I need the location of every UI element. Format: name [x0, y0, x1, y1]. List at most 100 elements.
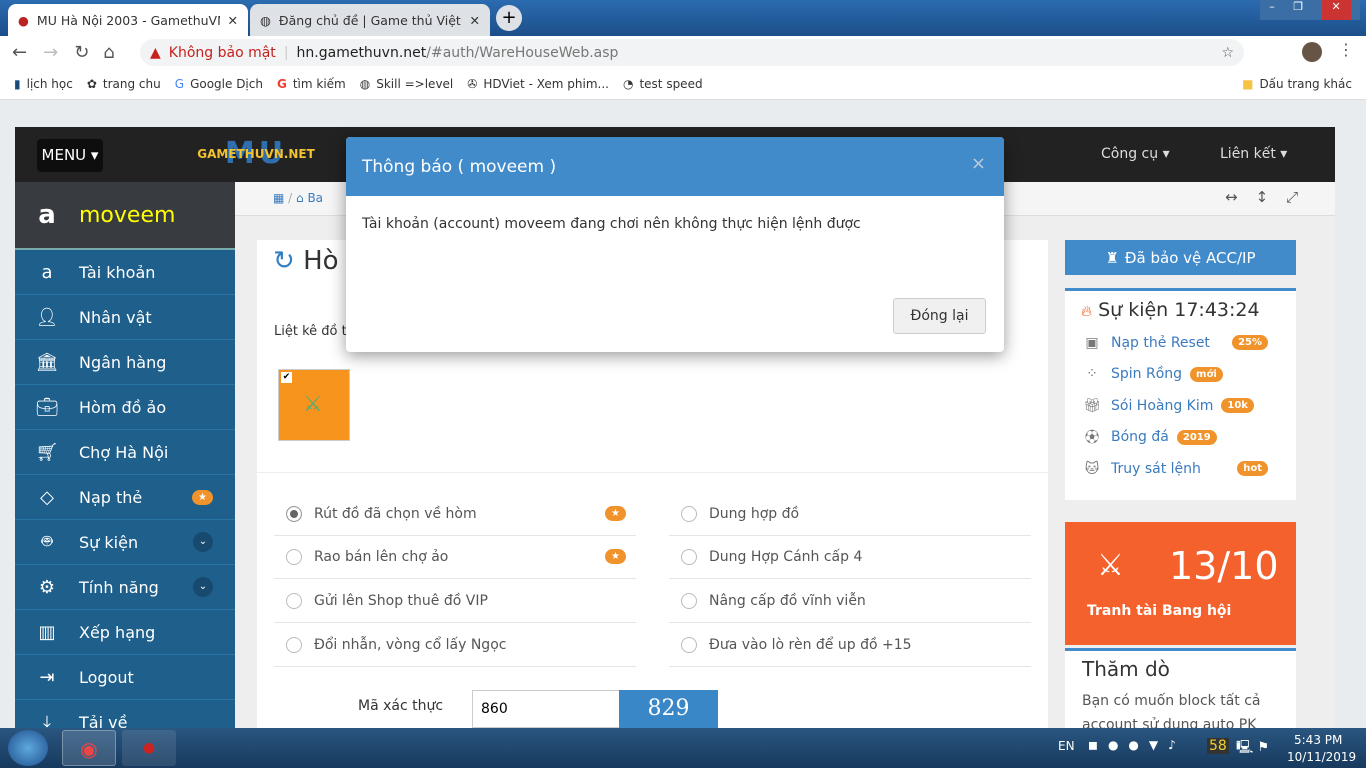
bookmark[interactable]: ◔ test speed [623, 77, 703, 91]
radio-button[interactable] [681, 505, 697, 522]
event-badge: hot [1237, 461, 1268, 477]
sidebar-item[interactable]: ⚙ Tính năng ⌄ [15, 565, 235, 610]
minimize-icon[interactable]: – [1269, 0, 1275, 20]
refresh-icon[interactable]: ↻ [273, 246, 295, 276]
bookmark[interactable]: ◍ Skill =>level [360, 77, 454, 91]
poll-box: Thăm dò Bạn có muốn block tất cả account… [1065, 648, 1296, 728]
bookmarks-bar: ▮ lịch học ✿ trang chu G Google Dịch Gtìm k… [0, 68, 1366, 100]
money-icon: ▣ [1085, 334, 1099, 351]
nav-tools[interactable]: Công cụ ▾ [1101, 146, 1170, 162]
radio-button[interactable] [681, 592, 697, 609]
bookmark[interactable]: ▮ lịch học [14, 77, 73, 91]
option-radio[interactable]: Dung hợp đồ [669, 492, 1031, 536]
bookmark[interactable]: ✇ HDViet - Xem phim... [467, 77, 609, 91]
option-radio[interactable]: Gửi lên Shop thuê đồ VIP [274, 579, 636, 623]
event-badge: 2019 [1176, 429, 1217, 445]
address-bar[interactable]: ▲ Không bảo mật | hn.gamethuvn.net/#auth… [140, 39, 1244, 66]
sidebar-item[interactable]: 🏛︎ Ngân hàng [15, 340, 235, 385]
sidebar-item[interactable]: ▥ Xếp hạng [15, 610, 235, 655]
close-tab-icon[interactable]: ✕ [470, 13, 480, 28]
fullscreen-icon[interactable]: ⤢ [1286, 188, 1298, 206]
mu-favicon-icon: ● [18, 12, 29, 28]
captcha-input[interactable] [472, 690, 620, 728]
reload-icon[interactable]: ↻ [74, 42, 89, 63]
sidebar-item[interactable]: ⇥ Logout [15, 655, 235, 700]
radio-button[interactable] [681, 548, 697, 565]
close-window-icon[interactable]: ✕ [1321, 0, 1351, 20]
event-badge: 10k [1221, 398, 1254, 414]
option-radio[interactable]: Nâng cấp đồ vĩnh viễn [669, 579, 1031, 623]
option-radio[interactable]: Dung Hợp Cánh cấp 4 [669, 535, 1031, 579]
item-slot[interactable]: ✔ ⚔ [278, 369, 350, 441]
film-icon: ✇ [467, 76, 478, 91]
event-link[interactable]: ⁘ Spin Rồng mới [1081, 359, 1280, 391]
gears-icon: ⚙ [38, 576, 56, 598]
diamond-icon: ◇ [40, 486, 54, 508]
radio-button[interactable] [681, 636, 697, 653]
event-link[interactable]: 🐱︎ Truy sát lệnh hot [1081, 453, 1280, 485]
chevron-down-icon[interactable]: ⌄ [193, 532, 213, 552]
protect-button[interactable]: ♜ Đã bảo vệ ACC/IP [1065, 240, 1296, 275]
menu-icon[interactable]: ⋮ [1338, 40, 1354, 59]
username: moveem [79, 202, 176, 228]
nav-links[interactable]: Liên kết ▾ [1220, 146, 1287, 162]
briefcase-icon: 💼︎ [35, 396, 59, 418]
user-icon: 👤︎ [35, 306, 59, 328]
globe-icon: ◍ [260, 12, 271, 28]
restore-icon[interactable]: ❐ [1293, 0, 1303, 20]
sign-out-icon: ⇥ [39, 666, 55, 688]
network-icon[interactable]: 🖳︎ ⚑ [1236, 738, 1269, 760]
option-radio[interactable]: Rao bán lên chợ ảo ★ [274, 535, 636, 579]
chrome-taskbar-icon[interactable]: ◉ [62, 730, 116, 766]
security-label[interactable]: Không bảo mật [169, 45, 276, 61]
event-link[interactable]: ▣ Nạp thẻ Reset 25% [1081, 327, 1280, 359]
bookmark[interactable]: ✿ trang chu [87, 77, 161, 91]
chevron-down-icon[interactable]: ⌄ [193, 577, 213, 597]
tray-icons[interactable]: ◼●●▼♪ [1088, 738, 1186, 752]
close-icon[interactable]: × [971, 153, 986, 174]
new-tab-button[interactable]: + [496, 5, 522, 31]
mu-taskbar-icon[interactable]: ● [122, 730, 176, 766]
star-icon[interactable]: ☆ [1221, 45, 1234, 61]
start-button[interactable] [8, 730, 48, 766]
checkbox-icon[interactable]: ✔ [281, 372, 292, 383]
expand-vertical-icon[interactable]: ↕ [1256, 188, 1269, 206]
home-icon[interactable]: ⌂ [103, 42, 114, 63]
event-link[interactable]: 🎁︎ Sói Hoàng Kim 10k [1081, 390, 1280, 422]
sidebar-item[interactable]: 🛒︎ Chợ Hà Nội [15, 430, 235, 475]
sidebar-item[interactable]: 💼︎ Hòm đồ ảo [15, 385, 235, 430]
guild-war-box[interactable]: ⚔ 13/10 Tranh tài Bang hội [1065, 522, 1296, 645]
taskbar: ◉ ● EN ◼●●▼♪ 58 🖳︎ ⚑ 5:43 PM 10/11/2019 [0, 728, 1366, 768]
calendar-icon[interactable]: ▦ / ⌂ Ba [273, 191, 323, 205]
bookmark[interactable]: G Google Dịch [175, 77, 263, 91]
option-radio[interactable]: Đổi nhẫn, vòng cổ lấy Ngọc [274, 623, 636, 667]
window-controls[interactable]: – ❐ ✕ [1260, 0, 1360, 20]
tab-active[interactable]: ●MU Hà Nội 2003 - GamethuVN.net✕ [8, 4, 248, 36]
logo[interactable]: MU GAMETHUVN.NET [191, 137, 321, 171]
sidebar-item[interactable]: ◇ Nạp thẻ ★ [15, 475, 235, 520]
close-tab-icon[interactable]: ✕ [228, 13, 238, 28]
event-link[interactable]: ⚽︎ Bóng đá 2019 [1081, 422, 1280, 454]
menu-button[interactable]: MENU ▾ [37, 139, 103, 172]
radio-button[interactable] [286, 548, 302, 565]
tab-inactive[interactable]: ◍Đăng chủ đề | Game thủ Việt Nam✕ [250, 4, 490, 36]
other-bookmarks[interactable]: ■ Dấu trang khác [1242, 77, 1352, 91]
option-radio[interactable]: Rút đồ đã chọn về hòm ★ [274, 492, 636, 536]
sidebar-item[interactable]: a Tài khoản [15, 250, 235, 295]
radio-button[interactable] [286, 505, 302, 522]
radio-button[interactable] [286, 592, 302, 609]
expand-horizontal-icon[interactable]: ↔ [1225, 188, 1238, 206]
radio-button[interactable] [286, 636, 302, 653]
bookmark-icon: ▮ [14, 76, 21, 91]
option-radio[interactable]: Đưa vào lò rèn để up đồ +15 [669, 623, 1031, 667]
star-badge: ★ [605, 549, 626, 564]
bookmark[interactable]: Gtìm kiếm [277, 77, 346, 91]
sidebar-item[interactable]: 🤖︎ Sự kiện ⌄ [15, 520, 235, 565]
forward-icon[interactable]: → [43, 42, 58, 63]
avatar[interactable] [1302, 42, 1322, 62]
sidebar-item[interactable]: 👤︎ Nhân vật [15, 295, 235, 340]
fire-icon: 🔥︎ [1081, 302, 1093, 320]
panel-title: ↻ Hò [273, 246, 339, 276]
back-icon[interactable]: ← [12, 42, 27, 63]
close-modal-button[interactable]: Đóng lại [893, 298, 986, 334]
